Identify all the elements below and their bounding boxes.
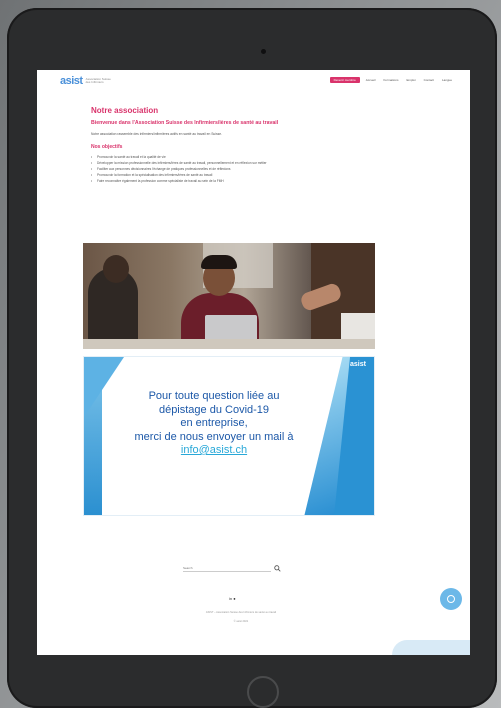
footer-wave <box>392 640 470 655</box>
main-content: Notre association Bienvenue dans l'Assoc… <box>91 106 381 184</box>
covid-banner: asist Pour toute question liée au dépist… <box>83 356 375 516</box>
nav-item-formations[interactable]: Formations <box>381 78 400 82</box>
team-photo <box>83 243 375 349</box>
banner-line: merci de nous envoyer un mail à <box>134 430 294 443</box>
banner-line: dépistage du Covid-19 <box>158 403 270 416</box>
home-button[interactable] <box>247 676 279 708</box>
member-button[interactable]: Devenir membre <box>329 77 360 83</box>
search-input[interactable] <box>183 564 271 572</box>
nav-item-contact[interactable]: Contact <box>422 78 436 82</box>
banner-line: Pour toute question liée au <box>148 390 280 402</box>
email-link[interactable]: info@asist.ch <box>104 444 324 458</box>
objectives-title: Nos objectifs <box>91 144 123 150</box>
screen: asist Association Suisse des Infirmiers … <box>37 70 470 655</box>
search-icon[interactable] <box>274 564 281 572</box>
objectives-list: Promouvoir la santé au travail et la qua… <box>91 154 381 184</box>
social-icons[interactable]: in ● <box>229 596 236 601</box>
logo[interactable]: asist Association Suisse des Infirmiers <box>60 74 114 88</box>
intro-text: Notre association rassemble des infirmie… <box>91 132 223 136</box>
nav-menu: Devenir membre Accueil Formations Emploi… <box>329 77 454 83</box>
banner-logo: asist <box>350 361 366 368</box>
banner-line: en entreprise, <box>180 417 248 429</box>
top-nav: asist Association Suisse des Infirmiers … <box>37 70 470 92</box>
page-title: Notre association <box>91 106 159 115</box>
footer-search <box>183 563 281 573</box>
list-item: Faire reconnaître également la professio… <box>91 178 381 184</box>
nav-item-accueil[interactable]: Accueil <box>364 78 378 82</box>
page-subtitle: Bienvenue dans l'Association Suisse des … <box>91 120 279 126</box>
footer-copyright: © asist 2021 <box>233 620 249 623</box>
chat-button[interactable] <box>440 588 462 610</box>
camera-dot <box>261 49 266 54</box>
nav-item-emploi[interactable]: Emploi <box>404 78 417 82</box>
logo-subtitle: Association Suisse des Infirmiers <box>85 77 111 84</box>
footer-text: ASIST – Association Suisse des Infirmier… <box>205 611 277 614</box>
nav-item-langue[interactable]: Langue <box>440 78 454 82</box>
logo-mark: asist <box>60 75 83 87</box>
banner-message: Pour toute question liée au dépistage du… <box>104 390 324 458</box>
